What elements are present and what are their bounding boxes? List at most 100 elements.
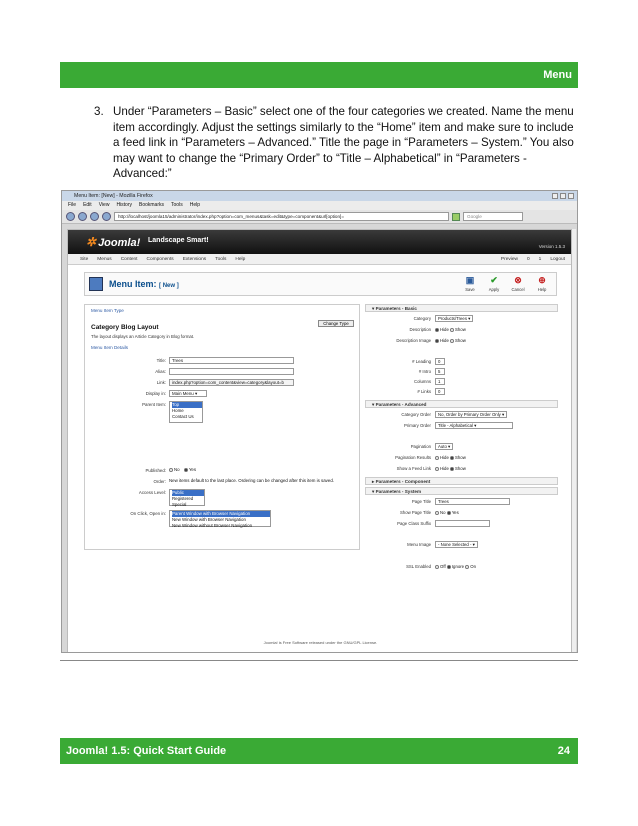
description-hide-radio[interactable] xyxy=(435,327,439,332)
parameters-advanced-header[interactable]: ▾ Parameters - Advanced xyxy=(365,400,558,408)
feed-show-radio[interactable] xyxy=(450,466,455,471)
browser-menu-history[interactable]: History xyxy=(116,201,132,210)
joomla-menubar: Site Menus Content Components Extensions… xyxy=(68,254,571,265)
leading-row: # Leading 0 xyxy=(365,358,558,366)
save-button[interactable]: ▣ Save xyxy=(462,275,478,292)
menu-menus[interactable]: Menus xyxy=(97,254,111,264)
browser-menu-file[interactable]: File xyxy=(68,201,76,210)
show-title-yes-radio[interactable] xyxy=(446,510,451,515)
browser-menu-help[interactable]: Help xyxy=(190,201,200,210)
leading-field[interactable]: 0 xyxy=(435,358,445,365)
pagination-select[interactable]: Auto ▾ xyxy=(435,443,454,450)
scrollbar[interactable] xyxy=(571,229,576,652)
step-number: 3. xyxy=(94,105,104,118)
pagination-results-row: Pagination Results Hide Show xyxy=(395,455,466,460)
intro-field[interactable]: 5 xyxy=(435,368,445,375)
columns-field[interactable]: 1 xyxy=(435,378,445,385)
ssl-row: SSL Enabled Off Ignore On xyxy=(406,564,476,569)
cancel-icon: ⊗ xyxy=(514,275,522,285)
close-icon[interactable] xyxy=(568,193,574,199)
guide-title: Joomla! 1.5: Quick Start Guide xyxy=(66,745,227,757)
description-image-row: Description Image Hide Show xyxy=(396,338,466,343)
maximize-icon[interactable] xyxy=(560,193,566,199)
published-no-radio[interactable] xyxy=(169,467,173,472)
joomla-footer: Joomla! is Free Software released under … xyxy=(263,640,378,645)
joomla-logo-icon: ✲ xyxy=(86,235,97,249)
parameters-panel: ▾ Parameters - Basic Category Products/Tr… xyxy=(365,304,558,604)
change-type-button[interactable]: Change Type xyxy=(318,320,354,327)
browser-menu-edit[interactable]: Edit xyxy=(83,201,92,210)
published-yes-radio[interactable] xyxy=(183,467,188,472)
show-page-title-row: Show Page Title No Yes xyxy=(399,510,459,515)
on-click-option[interactable]: New Window without Browser Navigation xyxy=(172,523,270,529)
ssl-ignore-radio[interactable] xyxy=(446,564,451,569)
cancel-button[interactable]: ⊗ Cancel xyxy=(510,275,526,292)
reload-icon[interactable] xyxy=(90,212,99,221)
description-row: Description Hide Show xyxy=(409,327,466,332)
apply-button[interactable]: ✔ Apply xyxy=(486,275,502,292)
description-show-radio[interactable] xyxy=(450,327,455,332)
document-page: Menu 3. Under “Parameters – Basic” selec… xyxy=(0,0,638,826)
url-bar[interactable]: http://localhost/joomla15/administrator/… xyxy=(114,212,449,221)
parameters-system-header[interactable]: ▾ Parameters - System xyxy=(365,487,558,495)
minimize-icon[interactable] xyxy=(552,193,558,199)
access-level-list[interactable]: Public Registered Special xyxy=(169,489,205,508)
version-label: Version 1.5.3 xyxy=(538,244,565,249)
menu-item-form: Menu Item Type Category Blog Layout Chan… xyxy=(84,304,360,550)
save-icon: ▣ xyxy=(465,275,475,285)
messages-count[interactable]: 0 xyxy=(527,254,530,265)
back-icon[interactable] xyxy=(66,212,75,221)
browser-menu-tools[interactable]: Tools xyxy=(171,201,183,210)
primary-order-select[interactable]: Title - Alphabetical ▾ xyxy=(435,422,513,429)
parent-item-list[interactable]: Top Home Contact Us xyxy=(169,401,203,423)
browser-menu-bookmarks[interactable]: Bookmarks xyxy=(139,201,164,210)
menu-extensions[interactable]: Extensions xyxy=(183,254,206,264)
go-icon[interactable] xyxy=(452,212,460,221)
on-click-list[interactable]: Parent Window with Browser Navigation Ne… xyxy=(169,510,271,529)
menu-help[interactable]: Help xyxy=(235,254,245,264)
display-in-row: Display in: Main Menu ▾ xyxy=(91,390,356,398)
pag-results-hide-radio[interactable] xyxy=(435,455,439,460)
ssl-off-radio[interactable] xyxy=(435,564,439,569)
display-in-select[interactable]: Main Menu ▾ xyxy=(169,390,207,397)
menu-tools[interactable]: Tools xyxy=(215,254,226,264)
menu-site[interactable]: Site xyxy=(80,254,88,264)
menu-image-select[interactable]: - None Selected - ▾ xyxy=(435,541,478,548)
alias-field[interactable] xyxy=(169,368,294,375)
browser-menu-view[interactable]: View xyxy=(99,201,110,210)
category-select[interactable]: Products/Trees ▾ xyxy=(435,315,474,322)
users-count[interactable]: 1 xyxy=(539,254,542,265)
parameters-component-header[interactable]: ▸ Parameters - Component xyxy=(365,477,558,485)
page-class-suffix-row: Page Class Suffix xyxy=(365,520,558,528)
help-button[interactable]: ⊕ Help xyxy=(534,275,550,292)
category-order-select[interactable]: No, Order by Primary Order Only ▾ xyxy=(435,411,508,418)
preview-link[interactable]: Preview xyxy=(501,254,518,265)
access-option[interactable]: Special xyxy=(172,502,204,508)
links-field[interactable]: 0 xyxy=(435,388,445,395)
page-title: Menu Item: [ New ] xyxy=(109,279,179,289)
menu-image-row: Menu Image - None Selected - ▾ xyxy=(365,541,558,549)
ssl-on-radio[interactable] xyxy=(465,564,470,569)
desc-image-hide-radio[interactable] xyxy=(435,338,439,343)
order-text: New items default to the last place. Ord… xyxy=(169,478,334,483)
desc-image-show-radio[interactable] xyxy=(450,338,455,343)
menu-content[interactable]: Content xyxy=(121,254,138,264)
parent-option[interactable]: Contact Us xyxy=(172,414,202,420)
feed-hide-radio[interactable] xyxy=(435,466,439,471)
title-row: Title: Trees xyxy=(91,357,356,365)
joomla-logo: ✲ Joomla! xyxy=(86,235,141,249)
search-input[interactable]: Google xyxy=(463,212,523,221)
page-class-suffix-field[interactable] xyxy=(435,520,490,527)
page-title-row: Page Title Trees xyxy=(365,498,558,506)
title-field[interactable]: Trees xyxy=(169,357,294,364)
pag-results-show-radio[interactable] xyxy=(450,455,455,460)
menu-components[interactable]: Components xyxy=(147,254,174,264)
logout-link[interactable]: Logout xyxy=(550,254,565,265)
forward-icon[interactable] xyxy=(78,212,87,221)
page-title-field[interactable]: Trees xyxy=(435,498,510,505)
parameters-basic-header[interactable]: ▾ Parameters - Basic xyxy=(365,304,558,312)
show-title-no-radio[interactable] xyxy=(435,510,439,515)
columns-row: Columns 1 xyxy=(365,378,558,386)
home-icon[interactable] xyxy=(102,212,111,221)
section-title: Menu xyxy=(543,69,572,81)
